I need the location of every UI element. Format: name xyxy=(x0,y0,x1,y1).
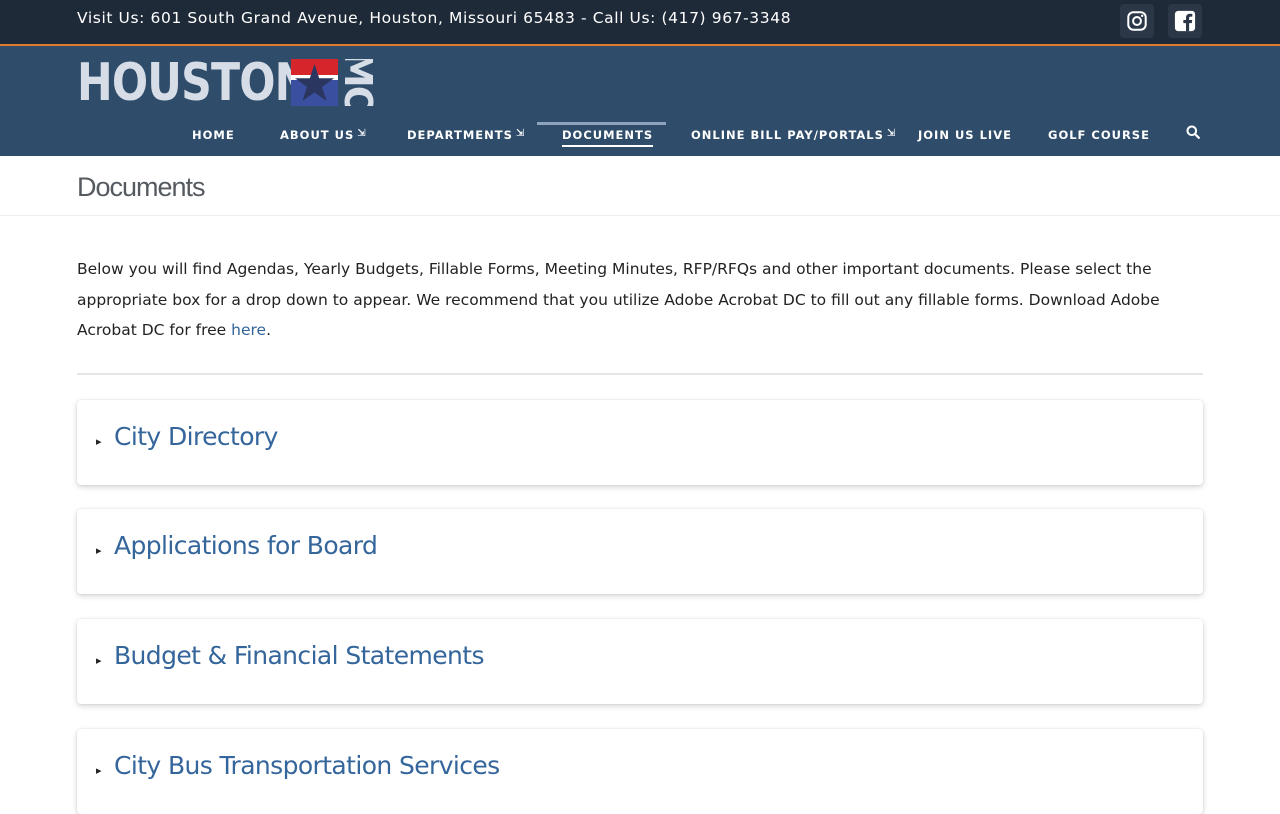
dropdown-arrow-icon: ⇲ xyxy=(515,128,526,139)
accordion-city-directory[interactable]: ▸ City Directory xyxy=(77,399,1203,485)
accordion-title: Budget & Financial Statements xyxy=(114,640,485,670)
section-divider xyxy=(77,372,1203,375)
nav-item-label: ABOUT US xyxy=(280,128,355,142)
top-info-bar: Visit Us: 601 South Grand Avenue, Housto… xyxy=(0,0,1280,46)
facebook-link[interactable] xyxy=(1168,4,1202,38)
search-button[interactable] xyxy=(1186,125,1204,143)
nav-item-label: DOCUMENTS xyxy=(562,128,654,147)
masthead: HOUSTON MO HOME ABOUT US ⇲ DEPARTMENTS ⇲… xyxy=(0,46,1280,156)
nav-item-home[interactable]: HOME xyxy=(192,124,235,156)
dropdown-arrow-icon: ⇲ xyxy=(357,128,367,139)
nav-item-departments[interactable]: DEPARTMENTS ⇲ xyxy=(407,124,525,156)
dropdown-arrow-icon: ⇲ xyxy=(886,128,897,139)
facebook-icon xyxy=(1174,10,1196,32)
instagram-link[interactable] xyxy=(1120,4,1154,38)
search-icon xyxy=(1186,125,1200,139)
logo-text: HOUSTON xyxy=(77,53,310,113)
accordion-applications-for-board[interactable]: ▸ Applications for Board xyxy=(77,508,1203,594)
nav-item-online-bill-pay[interactable]: ONLINE BILL PAY/PORTALS ⇲ xyxy=(691,124,896,156)
intro-trailing: . xyxy=(266,321,271,339)
expand-arrow-icon: ▸ xyxy=(96,435,102,448)
nav-item-label: HOME xyxy=(192,128,235,142)
page-title-bar: Documents xyxy=(0,156,1280,216)
nav-item-label: GOLF COURSE xyxy=(1048,128,1150,142)
flag-star-icon xyxy=(291,59,338,106)
accordion-budget-financial[interactable]: ▸ Budget & Financial Statements xyxy=(77,618,1203,704)
page-title: Documents xyxy=(77,172,206,202)
accordion-title: City Bus Transportation Services xyxy=(114,750,500,780)
logo-state: MO xyxy=(339,59,377,106)
instagram-icon xyxy=(1127,11,1147,31)
expand-arrow-icon: ▸ xyxy=(96,654,102,667)
acrobat-download-link[interactable]: here xyxy=(231,321,266,339)
site-logo[interactable]: HOUSTON MO xyxy=(77,53,377,113)
intro-paragraph: Below you will find Agendas, Yearly Budg… xyxy=(77,216,1203,346)
nav-item-label: DEPARTMENTS xyxy=(407,128,513,142)
accordion-title: Applications for Board xyxy=(114,530,378,560)
social-links xyxy=(1120,4,1202,38)
nav-item-about-us[interactable]: ABOUT US ⇲ xyxy=(280,124,367,156)
main-content: Below you will find Agendas, Yearly Budg… xyxy=(0,216,1280,814)
nav-item-label: JOIN US LIVE xyxy=(918,128,1012,142)
main-nav: HOME ABOUT US ⇲ DEPARTMENTS ⇲ DOCUMENTS … xyxy=(0,124,1280,156)
nav-item-label: ONLINE BILL PAY/PORTALS xyxy=(691,128,884,142)
accordion-city-bus[interactable]: ▸ City Bus Transportation Services xyxy=(77,728,1203,814)
expand-arrow-icon: ▸ xyxy=(96,764,102,777)
nav-item-documents[interactable]: DOCUMENTS xyxy=(562,124,654,156)
contact-info: Visit Us: 601 South Grand Avenue, Housto… xyxy=(77,9,792,27)
nav-item-golf-course[interactable]: GOLF COURSE xyxy=(1048,124,1150,156)
nav-item-join-us-live[interactable]: JOIN US LIVE xyxy=(918,124,1012,156)
expand-arrow-icon: ▸ xyxy=(96,544,102,557)
accordion-title: City Directory xyxy=(114,421,278,451)
logo-state-text: MO xyxy=(339,59,377,106)
